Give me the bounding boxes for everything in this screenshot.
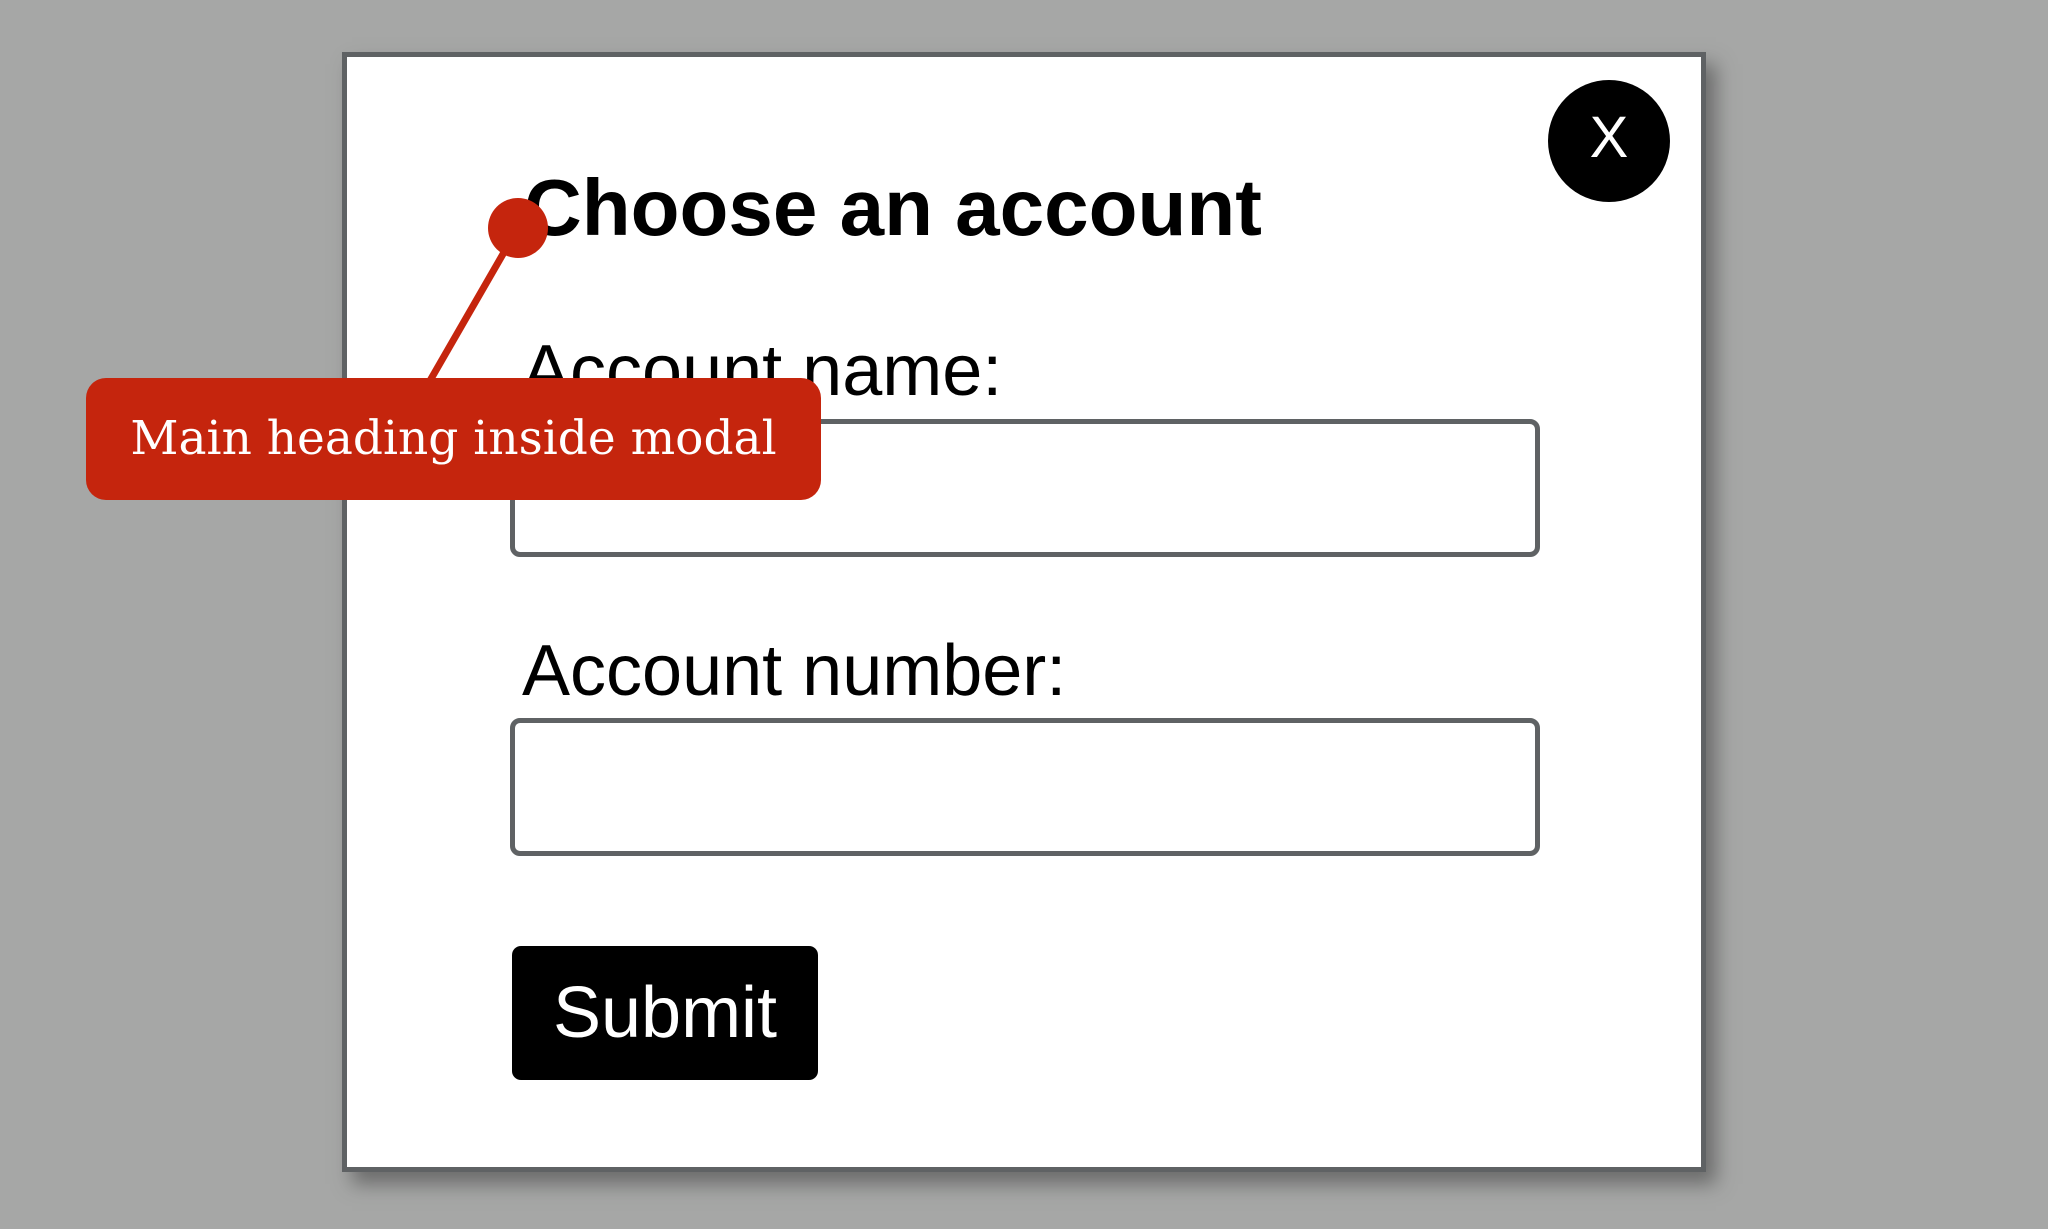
close-button[interactable]: X [1548, 80, 1670, 202]
account-number-label: Account number: [522, 631, 1067, 711]
modal-title: Choose an account [524, 163, 1262, 252]
account-number-input[interactable] [510, 718, 1540, 856]
annotation-callout: Main heading inside modal [86, 378, 821, 500]
submit-button[interactable]: Submit [512, 946, 818, 1080]
